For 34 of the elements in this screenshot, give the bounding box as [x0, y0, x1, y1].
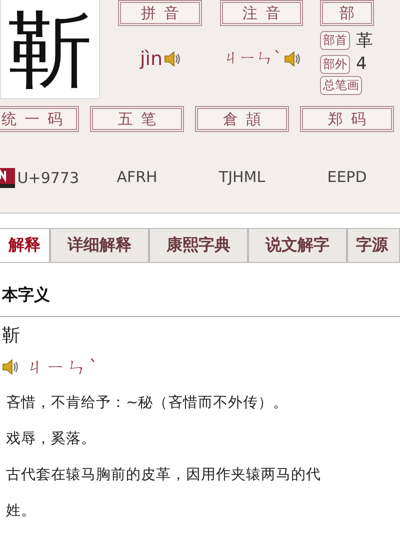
- code-value: U+9773: [17, 169, 79, 187]
- definition-text: 古代套在辕马胸前的皮革，因用作夹辕两马的代: [6, 466, 322, 485]
- entry-character: 靳: [2, 324, 21, 347]
- speaker-icon[interactable]: [164, 51, 180, 67]
- radical-header: 部: [320, 0, 374, 26]
- zhuyin-text: ㄐㄧㄣˋ: [26, 356, 101, 379]
- code-header: 倉頡: [195, 106, 289, 132]
- tab[interactable]: 康熙字典: [149, 228, 248, 262]
- code-value: EEPD: [327, 168, 367, 186]
- pronunciation-header: 注音: [220, 0, 303, 26]
- zhuyin-text: ㄐㄧㄣˋ: [222, 48, 283, 69]
- tab[interactable]: 说文解字: [248, 228, 347, 262]
- section-title: 本字义: [2, 285, 51, 306]
- tab[interactable]: 字源: [347, 228, 400, 262]
- code-value: AFRH: [116, 168, 158, 186]
- speaker-icon[interactable]: [2, 359, 18, 375]
- code-value: TJHML: [218, 168, 266, 186]
- radical-value: 革: [356, 30, 373, 52]
- radical-label: 总笔画: [320, 76, 362, 95]
- speaker-icon[interactable]: [284, 50, 300, 66]
- definition-text: 吝惜，不肯给予：~秘（吝惜而不外传）。: [6, 394, 290, 413]
- tab[interactable]: 解释: [0, 228, 50, 262]
- character-glyph: 靳: [8, 7, 92, 91]
- definition-text: 姓。: [6, 502, 37, 521]
- radical-value: 4: [356, 54, 367, 74]
- code-header: 郑码: [300, 106, 394, 132]
- tab[interactable]: 详细解释: [50, 228, 149, 262]
- pinyin-text: jìn: [140, 48, 163, 70]
- definition-text: 戏辱，奚落。: [6, 430, 97, 449]
- code-header: 五笔: [90, 106, 184, 132]
- radical-label: 部外: [320, 54, 350, 74]
- code-header: 统一码: [0, 106, 79, 132]
- radical-label: 部首: [320, 31, 350, 50]
- pronunciation-header: 拼音: [118, 0, 202, 26]
